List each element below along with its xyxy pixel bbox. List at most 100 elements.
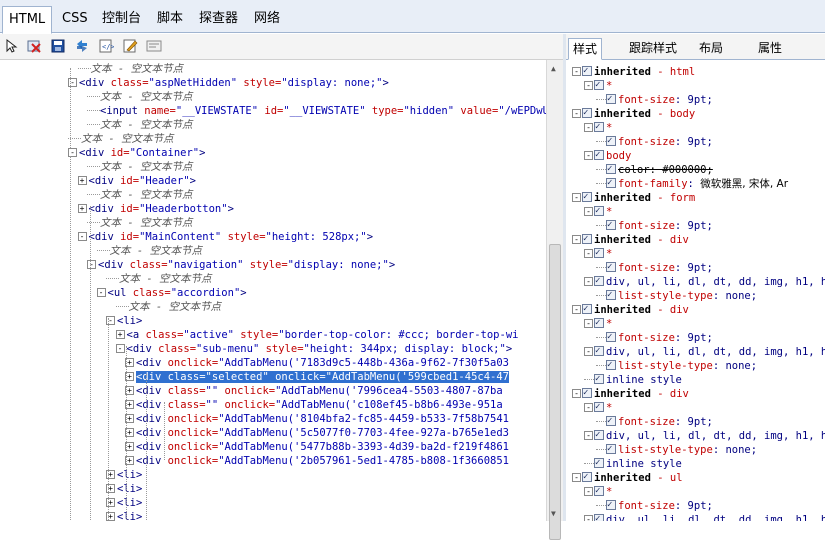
dom-node-row[interactable]: - <ul class="accordion"> [96,286,247,300]
dom-node-row[interactable]: + <li> [106,482,142,496]
rule-checkbox[interactable] [606,414,616,428]
dom-node-row[interactable]: + <a class="active" style="border-top-col… [115,328,518,342]
collapse-icon[interactable]: - [584,515,593,521]
dom-node-row[interactable]: 文本 - 空文本节点 [87,90,192,104]
rule-checkbox[interactable] [594,512,604,521]
collapse-icon[interactable]: - [572,305,581,314]
tab-css[interactable]: CSS [62,6,88,32]
dom-node-row[interactable]: - <div class="sub-menu" style="height: 34… [115,342,512,356]
tab-script[interactable]: 脚本 [157,6,183,32]
tab-trace-style[interactable]: 跟踪样式 [629,38,677,60]
rule-checkbox[interactable] [606,260,616,274]
rule-checkbox[interactable] [606,498,616,512]
dom-node-row[interactable]: 文本 - 空文本节点 [77,62,183,76]
scroll-thumb[interactable] [549,244,561,540]
dom-node-row[interactable]: 文本 - 空文本节点 [87,160,192,174]
edit-icon[interactable] [122,38,138,54]
rule-checkbox[interactable] [582,470,592,484]
dom-node-row[interactable]: + <div onclick="AddTabMenu('5c5077f0-7703… [125,426,509,440]
rule-checkbox[interactable] [582,302,592,316]
rule-checkbox[interactable] [594,484,604,498]
scroll-down-icon[interactable]: ▼ [551,509,556,518]
collapse-icon[interactable]: - [584,403,593,412]
collapse-icon[interactable]: - [584,207,593,216]
tab-layout[interactable]: 布局 [699,38,723,60]
rule-checkbox[interactable] [594,428,604,442]
dom-node-row[interactable]: + <div onclick="AddTabMenu('8104bfa2-fc85… [125,412,509,426]
collapse-icon[interactable]: - [572,67,581,76]
rule-checkbox[interactable] [582,386,592,400]
collapse-icon[interactable]: - [584,249,593,258]
dom-node-row[interactable]: + <div class="" onclick="AddTabMenu('c108… [125,398,503,412]
rule-checkbox[interactable] [606,176,616,190]
tab-console[interactable]: 控制台 [102,6,141,32]
rule-checkbox[interactable] [594,316,604,330]
outline-icon[interactable] [146,38,162,54]
rule-checkbox[interactable] [594,274,604,288]
dom-node-row[interactable]: 文本 - 空文本节点 [115,300,221,314]
rule-checkbox[interactable] [594,246,604,260]
collapse-icon[interactable]: - [584,347,593,356]
tab-attributes[interactable]: 属性 [758,38,782,60]
dom-node-row[interactable]: 文本 - 空文本节点 [68,132,173,146]
rule-checkbox[interactable] [594,456,604,470]
dom-scrollbar[interactable]: ▲ ▼ [546,60,563,540]
collapse-icon[interactable]: - [572,109,581,118]
collapse-icon[interactable]: - [572,389,581,398]
expand-icon[interactable]: + [115,330,125,339]
dom-node-row[interactable]: 文本 - 空文本节点 [87,118,192,132]
rule-checkbox[interactable] [594,344,604,358]
collapse-icon[interactable]: - [96,288,106,297]
source-icon[interactable]: </> [98,38,114,54]
rule-checkbox[interactable] [594,78,604,92]
rule-checkbox[interactable] [582,190,592,204]
rule-checkbox[interactable] [606,442,616,456]
rule-checkbox[interactable] [594,400,604,414]
collapse-icon[interactable]: - [584,81,593,90]
collapse-icon[interactable]: - [115,344,125,353]
collapse-icon[interactable]: - [77,232,87,241]
collapse-icon[interactable]: - [87,260,96,269]
expand-icon[interactable]: + [77,176,87,185]
dom-node-row[interactable]: + <div class="selected" onclick="AddTabMe… [125,370,509,384]
dom-node-row[interactable]: - <div class="navigation" style="display:… [87,258,395,272]
rule-checkbox[interactable] [582,64,592,78]
dom-node-row[interactable]: + <div onclick="AddTabMenu('2b057961-5ed1… [125,454,509,468]
rule-checkbox[interactable] [582,106,592,120]
dom-node-row[interactable]: + <div id="Headerbotton"> [77,202,234,216]
dom-node-row[interactable]: 文本 - 空文本节点 [87,216,192,230]
dom-node-row[interactable]: + <li> [106,496,142,510]
collapse-icon[interactable]: - [572,193,581,202]
tab-html[interactable]: HTML [2,6,53,34]
rule-checkbox[interactable] [606,288,616,302]
dom-node-row[interactable]: 文本 - 空文本节点 [87,188,192,202]
rule-checkbox[interactable] [594,372,604,386]
dom-node-row[interactable]: <input name="__VIEWSTATE" id="__VIEWSTAT… [87,104,546,118]
tab-profiler[interactable]: 探查器 [199,6,238,32]
dom-node-row[interactable]: + <li> [106,510,142,521]
dom-tree[interactable]: 文本 - 空文本节点 - <div class="aspNetHidden" sty… [0,60,546,521]
tab-network[interactable]: 网络 [254,6,280,32]
rule-checkbox[interactable] [606,162,616,176]
dom-node-row[interactable]: - <li> [106,314,142,328]
rule-checkbox[interactable] [606,330,616,344]
rule-checkbox[interactable] [594,120,604,134]
dom-node-row[interactable]: + <div onclick="AddTabMenu('7183d9c5-448b… [125,356,509,370]
tab-style[interactable]: 样式 [568,38,603,60]
select-element-icon[interactable] [4,38,20,54]
dom-node-row[interactable]: + <div onclick="AddTabMenu('5477b88b-3393… [125,440,509,454]
rule-checkbox[interactable] [606,218,616,232]
collapse-icon[interactable]: - [584,151,593,160]
rule-checkbox[interactable] [594,148,604,162]
dom-node-row[interactable]: - <div id="Container"> [68,146,205,160]
refresh-icon[interactable] [74,38,90,54]
collapse-icon[interactable]: - [584,487,593,496]
dom-node-row[interactable]: 文本 - 空文本节点 [106,272,211,286]
scroll-up-icon[interactable]: ▲ [551,64,556,73]
dom-node-row[interactable]: - <div id="MainContent" style="height: 52… [77,230,373,244]
collapse-icon[interactable]: - [572,235,581,244]
collapse-icon[interactable]: - [584,123,593,132]
dom-node-row[interactable]: + <div id="Header"> [77,174,196,188]
dom-node-row[interactable]: + <li> [106,468,142,482]
collapse-icon[interactable]: - [584,431,593,440]
